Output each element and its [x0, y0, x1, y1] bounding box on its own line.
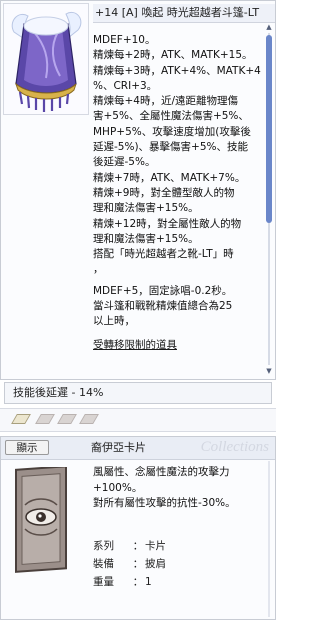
card-slot-icon[interactable] [57, 414, 77, 424]
card-desc-line: 風屬性、念屬性魔法的攻擊力 [93, 466, 230, 478]
card-name: 裔伊亞卡片 [91, 441, 146, 454]
scroll-down-icon[interactable]: ▼ [265, 367, 273, 375]
property-row: 系列 ： 卡片 [93, 537, 269, 555]
scroll-up-icon[interactable]: ▲ [265, 23, 273, 31]
card-slot-icon[interactable] [79, 414, 99, 424]
transfer-restriction-link[interactable]: 受轉移限制的道具 [93, 338, 265, 353]
eye-card-icon [15, 465, 67, 573]
item-desc-line: MDEF+10。 [93, 34, 156, 46]
show-button[interactable]: 顯示 [5, 440, 49, 455]
property-sep: ： [132, 558, 144, 570]
winged-cloak-icon [11, 12, 82, 112]
property-key: 重量 [93, 576, 114, 588]
property-row: 重量 ： 1 [93, 573, 269, 591]
item-desc-line: 以上時， [93, 315, 135, 328]
property-key: 裝備 [93, 558, 114, 570]
property-value: 披肩 [145, 558, 166, 570]
item-desc-line: 搭配「時光超越者之靴-LT」時 [93, 248, 234, 261]
item-scrollbar[interactable]: ▲ ▼ [265, 23, 273, 375]
item-desc-line: 精煉+7時，ATK、MATK+7%。 [93, 171, 246, 184]
item-desc-line: 精煉每+3時，ATK+4%、MATK+4 [93, 64, 261, 77]
card-desc-line: 對所有屬性攻擊的抗性-30%。 [93, 497, 236, 509]
collections-watermark: Collections [200, 439, 269, 455]
card-info-window: 顯示 裔伊亞卡片 Collections 風屬性、念屬性魔法的攻擊力 +100%… [0, 436, 276, 620]
property-row: 裝備 ： 披肩 [93, 555, 269, 573]
card-scrollbar[interactable] [266, 461, 272, 617]
item-desc-line: 精煉+12時，對全屬性敵人的物 [93, 217, 242, 230]
card-slots-row [0, 408, 276, 432]
property-sep: ： [132, 576, 144, 588]
item-desc-line: 精煉+9時，對全體型敵人的物 [93, 186, 235, 199]
item-desc-line: 害+5%、全屬性魔法傷害+5%、 [93, 110, 249, 123]
item-desc-line: ， [93, 263, 104, 276]
item-desc-line: 理和魔法傷害+15%。 [93, 232, 199, 245]
card-scroll-track[interactable] [268, 461, 270, 617]
item-desc-line: 精煉每+4時，近/遠距離物理傷 [93, 95, 239, 108]
item-desc-line: MDEF+5，固定詠唱-0.2秒。 [93, 284, 233, 297]
card-slot-icon[interactable] [11, 414, 31, 424]
item-desc-line: MHP+5%、攻擊速度增加(攻擊後 [93, 125, 251, 138]
property-key: 系列 [93, 540, 114, 552]
card-properties: 系列 ： 卡片 裝備 ： 披肩 重量 ： 1 [93, 537, 269, 591]
scroll-thumb[interactable] [266, 35, 272, 223]
property-sep: ： [132, 540, 144, 552]
item-desc-line: 後延遲-5%。 [93, 156, 156, 169]
card-description: 風屬性、念屬性魔法的攻擊力 +100%。 對所有屬性攻擊的抗性-30%。 [93, 465, 269, 512]
card-header: 顯示 裔伊亞卡片 Collections [1, 437, 275, 460]
item-desc-line: 理和魔法傷害+15%。 [93, 202, 199, 215]
item-image [3, 3, 89, 115]
item-desc-line: 延遲-5%)、暴擊傷害+5%、技能 [93, 141, 248, 154]
item-desc-line: 當斗篷和戰靴精煉值總合為25 [93, 300, 233, 313]
enchant-effect-bar: 技能後延遲 - 14% [4, 382, 272, 404]
item-desc-line: %、CRI+3。 [93, 79, 158, 92]
item-desc-line: 精煉每+2時，ATK、MATK+15。 [93, 49, 253, 62]
card-slot-icon[interactable] [35, 414, 55, 424]
property-value: 卡片 [145, 540, 166, 552]
property-value: 1 [145, 576, 152, 588]
item-description: MDEF+10。 精煉每+2時，ATK、MATK+15。 精煉每+3時，ATK+… [93, 33, 265, 377]
card-desc-line: +100%。 [93, 481, 143, 494]
item-title: +14 [A] 喚起 時光超越者斗篷-LT [93, 4, 275, 23]
item-info-window: +14 [A] 喚起 時光超越者斗篷-LT MDEF+10。 精煉每+2時，AT… [0, 0, 276, 380]
card-image [13, 465, 69, 575]
